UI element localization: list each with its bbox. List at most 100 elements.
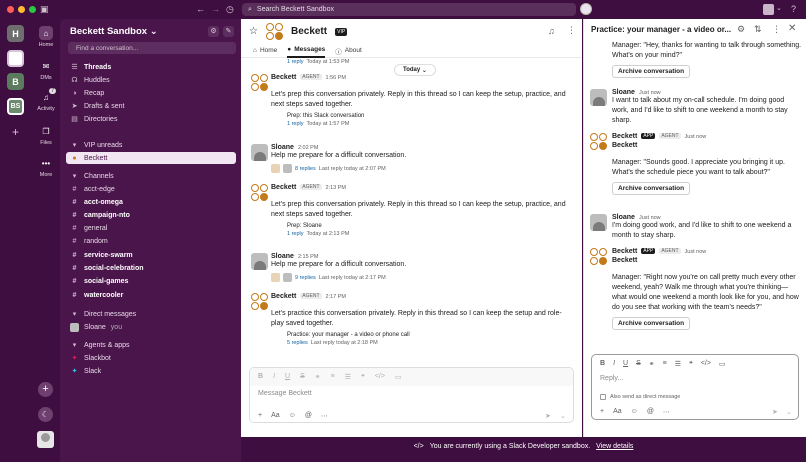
link-icon[interactable]: ⚭ bbox=[649, 360, 655, 368]
message-author[interactable]: Beckett bbox=[612, 133, 637, 140]
workspace-logo-icon[interactable] bbox=[7, 50, 24, 67]
reply-count[interactable]: 9 replies bbox=[295, 275, 316, 281]
message-time[interactable]: 2:13 PM bbox=[326, 185, 346, 191]
sidebar-item-recap[interactable]: ◑ Recap bbox=[66, 87, 236, 99]
sidebar-item-beckett[interactable]: ● Beckett bbox=[66, 152, 236, 164]
agent-avatar[interactable] bbox=[251, 74, 268, 91]
view-details-link[interactable]: View details bbox=[596, 443, 633, 450]
channel-social-celebration[interactable]: # social-celebration bbox=[66, 262, 236, 274]
channel-social-games[interactable]: # social-games bbox=[66, 275, 236, 287]
italic-icon[interactable]: I bbox=[273, 373, 275, 381]
emoji-icon[interactable]: ☺ bbox=[289, 412, 296, 420]
message-author[interactable]: Beckett bbox=[612, 248, 637, 255]
settings-gear-icon[interactable]: ⚙ bbox=[737, 24, 745, 35]
link-icon[interactable]: ⚭ bbox=[315, 373, 321, 381]
message-time[interactable]: Just now bbox=[685, 134, 707, 140]
chevron-down-icon[interactable]: ⌄ bbox=[776, 4, 782, 14]
workspace-name[interactable]: Beckett Sandbox ⌄ bbox=[70, 26, 158, 37]
message-author[interactable]: Sloane bbox=[612, 214, 635, 221]
channel-title[interactable]: Beckett bbox=[291, 26, 327, 37]
archive-conversation-button[interactable]: Archive conversation bbox=[612, 65, 691, 78]
reply-summary[interactable]: 5 replies Last reply today at 2:18 PM bbox=[287, 340, 571, 346]
filter-icon[interactable]: ⇅ bbox=[754, 24, 762, 35]
history-icon[interactable]: ◷ bbox=[226, 4, 234, 14]
star-icon[interactable]: ☆ bbox=[249, 26, 258, 37]
new-message-plus-icon[interactable]: + bbox=[38, 382, 53, 397]
forward-arrow-icon[interactable]: → bbox=[211, 4, 220, 14]
sidebar-item-huddles[interactable]: ☊ Huddles bbox=[66, 74, 236, 86]
kebab-menu-icon[interactable]: ⋮ bbox=[567, 25, 576, 36]
reply-input[interactable]: Reply... bbox=[592, 373, 798, 384]
user-avatar[interactable] bbox=[251, 253, 268, 270]
practice-attachment[interactable]: Practice: your manager - a video or phon… bbox=[287, 332, 571, 338]
reply-count[interactable]: 5 replies bbox=[287, 340, 308, 346]
channel-campaign-nto[interactable]: # campaign-nto bbox=[66, 209, 236, 221]
close-icon[interactable]: ✕ bbox=[788, 23, 796, 34]
emoji-icon[interactable]: ☺ bbox=[631, 408, 638, 416]
section-vip-unreads[interactable]: ▾ VIP unreads bbox=[66, 139, 236, 151]
code-block-icon[interactable]: ▭ bbox=[719, 360, 726, 368]
channel-general[interactable]: # general bbox=[66, 222, 236, 234]
settings-gear-icon[interactable]: ⚙ bbox=[208, 26, 219, 37]
message-author[interactable]: Sloane bbox=[271, 144, 294, 151]
also-send-option[interactable]: Also send as direct message bbox=[600, 394, 680, 400]
message-time[interactable]: Just now bbox=[685, 249, 707, 255]
message-time[interactable]: 1:56 PM bbox=[326, 75, 346, 81]
app-slackbot[interactable]: ✦ Slackbot bbox=[66, 352, 236, 364]
blockquote-icon[interactable]: ❝ bbox=[361, 373, 365, 381]
reply-count[interactable]: 1 reply bbox=[287, 59, 304, 65]
rail-activity[interactable]: ♫ 7 Activity bbox=[33, 88, 59, 112]
message-author[interactable]: Beckett bbox=[271, 74, 296, 81]
message-author[interactable]: Beckett bbox=[271, 184, 296, 191]
bell-icon[interactable]: ♫ bbox=[548, 26, 555, 36]
message-time[interactable]: 2:17 PM bbox=[326, 294, 346, 300]
more-dots-icon[interactable]: ⋯ bbox=[663, 408, 670, 416]
profile-avatar[interactable] bbox=[37, 431, 54, 448]
bullet-list-icon[interactable]: ☰ bbox=[675, 360, 681, 368]
plus-icon[interactable]: + bbox=[600, 408, 604, 416]
italic-icon[interactable]: I bbox=[613, 360, 615, 368]
channel-watercooler[interactable]: # watercooler bbox=[66, 289, 236, 301]
blockquote-icon[interactable]: ❝ bbox=[689, 360, 693, 368]
rail-dms[interactable]: ✉ DMs bbox=[33, 59, 59, 82]
section-channels[interactable]: ▾ Channels bbox=[66, 170, 236, 182]
rail-home[interactable]: ⌂ Home bbox=[33, 26, 59, 48]
message-author[interactable]: Sloane bbox=[271, 253, 294, 260]
reply-summary[interactable]: 1 reply Today at 1:57 PM bbox=[287, 121, 571, 127]
code-block-icon[interactable]: ▭ bbox=[395, 373, 402, 381]
user-avatar[interactable] bbox=[590, 214, 607, 231]
workspace-switch-bs[interactable]: BS bbox=[7, 98, 24, 115]
top-reply-summary[interactable]: 1 reply Today at 1:53 PM bbox=[287, 59, 349, 65]
maximize-window-button[interactable] bbox=[29, 6, 36, 13]
section-direct-messages[interactable]: ▾ Direct messages bbox=[66, 308, 236, 320]
close-window-button[interactable] bbox=[7, 6, 14, 13]
sidebar-item-drafts[interactable]: ➤ Drafts & sent bbox=[66, 100, 236, 112]
rail-more[interactable]: ••• More bbox=[33, 156, 59, 179]
send-icon[interactable]: ➤ bbox=[772, 408, 778, 416]
strikethrough-icon[interactable]: S bbox=[300, 373, 305, 381]
sidebar-toggle-icon[interactable]: ▣ bbox=[40, 4, 49, 14]
reply-count[interactable]: 1 reply bbox=[287, 121, 304, 127]
user-avatar[interactable] bbox=[251, 144, 268, 161]
rail-files[interactable]: ❐ Files bbox=[33, 124, 59, 147]
chevron-down-icon[interactable]: ⌄ bbox=[560, 412, 566, 420]
channel-acct-omega[interactable]: # acct-omega bbox=[66, 196, 236, 208]
reply-count[interactable]: 8 replies bbox=[295, 166, 316, 172]
search-bar[interactable]: ⌕ Search Beckett Sandbox bbox=[242, 3, 576, 16]
bullet-list-icon[interactable]: ☰ bbox=[345, 373, 351, 381]
send-icon[interactable]: ➤ bbox=[545, 412, 551, 420]
tab-messages[interactable]: ● Messages bbox=[287, 44, 326, 58]
also-send-checkbox[interactable] bbox=[600, 394, 606, 400]
user-avatar-icon[interactable] bbox=[763, 4, 774, 15]
find-conversation-input[interactable]: Find a conversation... bbox=[68, 42, 236, 54]
reply-count[interactable]: 1 reply bbox=[287, 231, 304, 237]
back-arrow-icon[interactable]: ← bbox=[196, 4, 205, 14]
prep-attachment[interactable]: Prep: this Slack conversation bbox=[287, 113, 571, 119]
strikethrough-icon[interactable]: S bbox=[636, 360, 641, 368]
plus-icon[interactable]: + bbox=[258, 412, 262, 420]
ai-assistant-icon[interactable] bbox=[580, 3, 592, 15]
chevron-down-icon[interactable]: ⌄ bbox=[786, 408, 792, 416]
add-workspace-icon[interactable]: + bbox=[8, 125, 23, 140]
workspace-switch-b[interactable]: B bbox=[7, 73, 24, 90]
code-icon[interactable]: </> bbox=[375, 373, 385, 381]
